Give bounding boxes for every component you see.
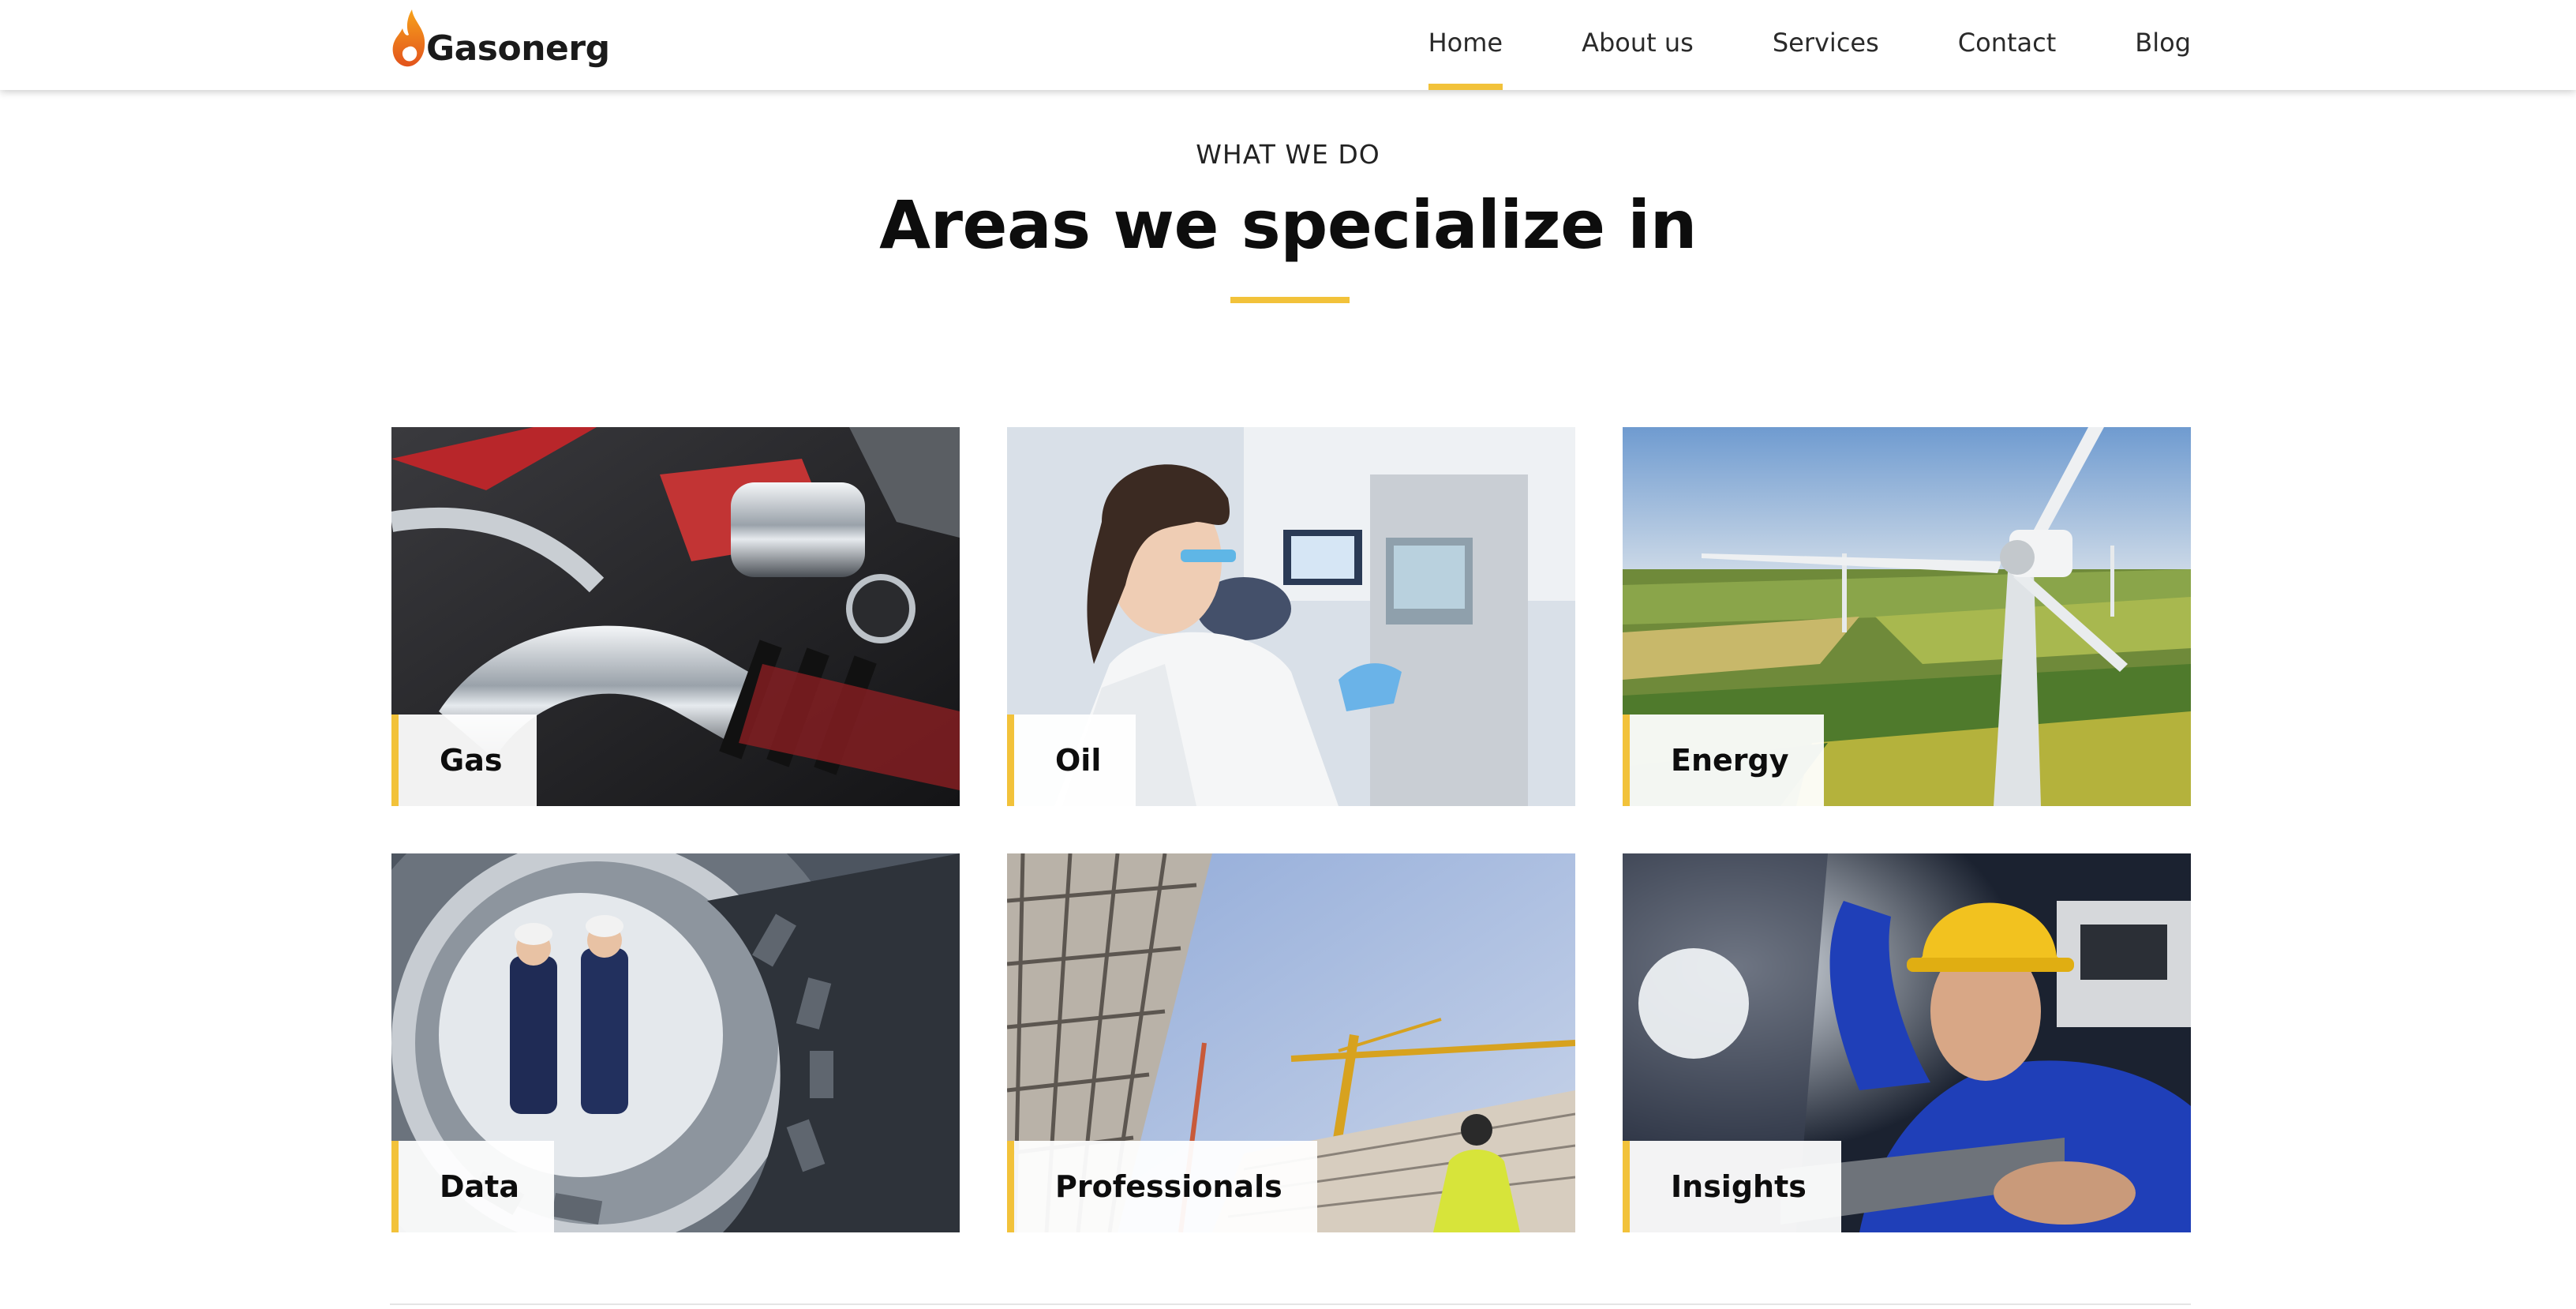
- nav-blog[interactable]: Blog: [2135, 0, 2191, 90]
- card-label: Energy: [1623, 715, 1824, 806]
- nav-about-us[interactable]: About us: [1582, 0, 1694, 90]
- card-label: Insights: [1623, 1141, 1841, 1232]
- logo[interactable]: Gasonerg: [390, 6, 610, 69]
- card-label: Oil: [1007, 715, 1136, 806]
- main-nav: Home About us Services Contact Blog: [1428, 0, 2191, 90]
- card-insights[interactable]: Insights: [1623, 853, 2191, 1232]
- nav-services[interactable]: Services: [1773, 0, 1879, 90]
- title-underline: [1230, 297, 1350, 303]
- card-professionals[interactable]: Professionals: [1007, 853, 1575, 1232]
- nav-home[interactable]: Home: [1428, 0, 1503, 90]
- nav-contact[interactable]: Contact: [1958, 0, 2057, 90]
- section-divider: [390, 1303, 2191, 1305]
- card-label: Data: [391, 1141, 554, 1232]
- card-oil[interactable]: Oil: [1007, 427, 1575, 806]
- flame-icon: [392, 9, 425, 67]
- site-header: Gasonerg Home About us Services Contact …: [0, 0, 2576, 90]
- brand-name: Gasonerg: [426, 28, 610, 69]
- card-energy[interactable]: Energy: [1623, 427, 2191, 806]
- section-eyebrow: WHAT WE DO: [1196, 139, 1380, 170]
- card-label: Professionals: [1007, 1141, 1317, 1232]
- section-title: Areas we specialize in: [879, 186, 1697, 264]
- card-gas[interactable]: Gas: [391, 427, 960, 806]
- card-label: Gas: [391, 715, 537, 806]
- card-data[interactable]: Data: [391, 853, 960, 1232]
